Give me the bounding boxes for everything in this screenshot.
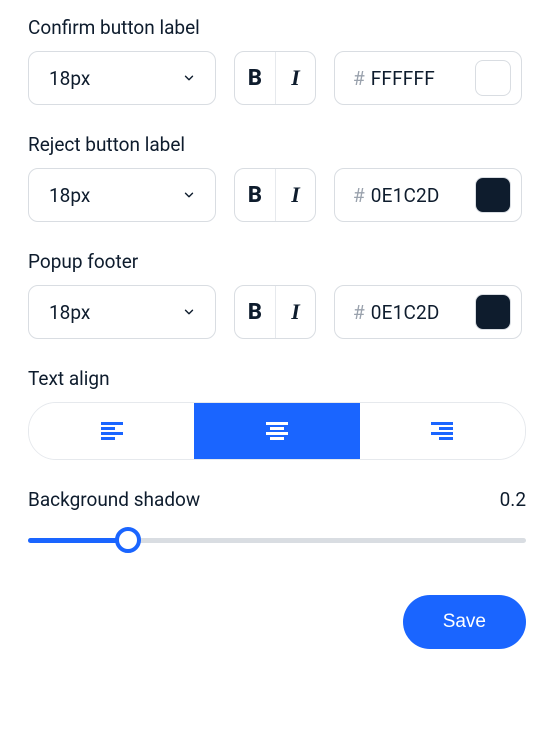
footer-italic-button[interactable]: I [275,286,315,338]
confirm-bold-button[interactable]: B [235,52,275,104]
reject-italic-button[interactable]: I [275,169,315,221]
confirm-color-swatch[interactable] [475,60,511,96]
save-button[interactable]: Save [403,595,526,649]
reject-color-input[interactable]: # 0E1C2D [334,168,522,222]
align-right-icon [431,422,453,440]
hash-icon: # [353,301,365,324]
align-right-button[interactable] [360,403,525,459]
slider-thumb[interactable] [115,527,141,553]
footer-font-size-value: 18px [49,301,90,324]
hash-icon: # [353,67,365,90]
footer-color-hex: 0E1C2D [371,301,475,324]
text-align-label: Text align [28,367,526,390]
chevron-down-icon [181,304,197,320]
reject-color-swatch[interactable] [475,177,511,213]
align-left-icon [101,422,123,440]
chevron-down-icon [181,70,197,86]
footer-color-swatch[interactable] [475,294,511,330]
reject-style-group: B I [234,168,316,222]
confirm-font-size-value: 18px [49,67,90,90]
shadow-slider[interactable] [28,525,526,555]
footer-section-label: Popup footer [28,250,526,273]
text-align-segmented [28,402,526,460]
align-left-button[interactable] [29,403,194,459]
confirm-font-size-select[interactable]: 18px [28,51,216,105]
confirm-italic-button[interactable]: I [275,52,315,104]
shadow-label: Background shadow [28,488,200,511]
reject-font-size-value: 18px [49,184,90,207]
shadow-value: 0.2 [500,488,526,511]
align-center-button[interactable] [194,403,359,459]
confirm-style-group: B I [234,51,316,105]
confirm-color-hex: FFFFFF [371,67,475,90]
footer-bold-button[interactable]: B [235,286,275,338]
confirm-section-label: Confirm button label [28,16,526,39]
reject-color-hex: 0E1C2D [371,184,475,207]
reject-section-label: Reject button label [28,133,526,156]
confirm-color-input[interactable]: # FFFFFF [334,51,522,105]
footer-color-input[interactable]: # 0E1C2D [334,285,522,339]
chevron-down-icon [181,187,197,203]
align-center-icon [266,422,288,440]
footer-style-group: B I [234,285,316,339]
footer-font-size-select[interactable]: 18px [28,285,216,339]
reject-font-size-select[interactable]: 18px [28,168,216,222]
hash-icon: # [353,184,365,207]
reject-bold-button[interactable]: B [235,169,275,221]
